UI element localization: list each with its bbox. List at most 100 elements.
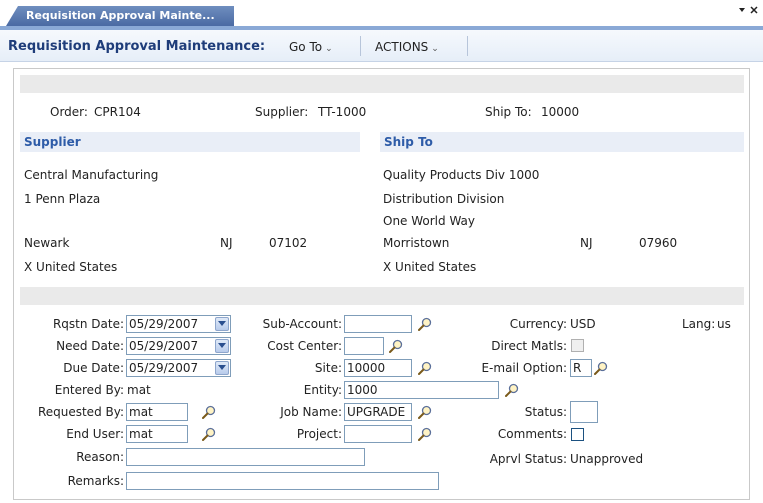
end-user-value: mat bbox=[129, 427, 153, 441]
actions-label: ACTIONS bbox=[375, 40, 429, 54]
supplier-address1: 1 Penn Plaza bbox=[24, 192, 101, 206]
cost-center-lookup-icon[interactable] bbox=[389, 339, 403, 353]
job-name-field[interactable]: UPGRADE bbox=[344, 403, 412, 421]
entered-by-value: mat bbox=[127, 383, 151, 397]
email-option-label: E-mail Option: bbox=[481, 361, 567, 375]
cost-center-label: Cost Center: bbox=[267, 339, 342, 353]
entity-lookup-icon[interactable] bbox=[505, 383, 519, 397]
due-date-value: 05/29/2007 bbox=[129, 361, 199, 375]
lang-value: us bbox=[717, 317, 731, 331]
tab-strip: Requisition Approval Mainte... bbox=[0, 0, 763, 30]
supplier-country: X United States bbox=[24, 260, 118, 274]
direct-matls-checkbox bbox=[571, 339, 584, 352]
rqstn-date-value: 05/29/2007 bbox=[129, 317, 199, 331]
direct-matls-label: Direct Matls: bbox=[491, 339, 567, 353]
chevron-down-icon[interactable] bbox=[215, 361, 229, 375]
chevron-down-icon: ⌄ bbox=[431, 44, 439, 54]
due-date-field[interactable]: 05/29/2007 bbox=[126, 359, 231, 377]
toolbar-divider bbox=[467, 36, 468, 56]
ship-to-zip: 07960 bbox=[639, 236, 678, 250]
ship-to-header-text: Ship To bbox=[384, 135, 433, 149]
site-lookup-icon[interactable] bbox=[418, 361, 432, 375]
status-field[interactable] bbox=[570, 401, 598, 423]
aprvl-status-label: Aprvl Status: bbox=[489, 452, 567, 466]
ship-to-section-header: Ship To bbox=[380, 132, 744, 152]
job-name-value: UPGRADE bbox=[347, 405, 406, 419]
requested-by-field[interactable]: mat bbox=[126, 403, 188, 421]
requested-by-value: mat bbox=[129, 405, 153, 419]
supplier-label: Supplier: bbox=[255, 105, 309, 119]
lang-label: Lang: bbox=[682, 317, 716, 331]
due-date-label: Due Date: bbox=[63, 361, 124, 375]
actions-menu[interactable]: ACTIONS ⌄ bbox=[375, 40, 439, 54]
goto-label: Go To bbox=[289, 40, 323, 54]
supplier-section-header: Supplier bbox=[20, 132, 360, 152]
tab-requisition-approval[interactable]: Requisition Approval Mainte... bbox=[6, 6, 234, 26]
goto-menu[interactable]: Go To ⌄ bbox=[289, 40, 333, 54]
toolbar-divider bbox=[360, 36, 361, 56]
email-option-lookup-icon[interactable] bbox=[594, 361, 608, 375]
status-label: Status: bbox=[524, 405, 567, 419]
end-user-label: End User: bbox=[66, 427, 124, 441]
section-band bbox=[20, 75, 744, 93]
comments-label: Comments: bbox=[497, 427, 567, 441]
sub-account-lookup-icon[interactable] bbox=[418, 317, 432, 331]
supplier-header-text: Supplier bbox=[24, 135, 81, 149]
cost-center-field[interactable] bbox=[344, 337, 384, 355]
tab-menu-icon[interactable] bbox=[737, 5, 759, 18]
currency-value: USD bbox=[570, 317, 596, 331]
chevron-down-icon: ⌄ bbox=[325, 44, 333, 54]
reason-field[interactable] bbox=[126, 448, 365, 466]
toolbar: Requisition Approval Maintenance: Go To ⌄… bbox=[0, 30, 763, 62]
requested-by-label: Requested By: bbox=[37, 405, 124, 419]
need-date-value: 05/29/2007 bbox=[129, 339, 199, 353]
need-date-label: Need Date: bbox=[56, 339, 124, 353]
comments-checkbox[interactable] bbox=[571, 428, 584, 441]
site-value: 10000 bbox=[347, 361, 386, 375]
supplier-value: TT-1000 bbox=[318, 105, 367, 119]
entered-by-label: Entered By: bbox=[54, 383, 124, 397]
project-label: Project: bbox=[296, 427, 342, 441]
ship-to-state: NJ bbox=[580, 236, 593, 250]
ship-to-label: Ship To: bbox=[485, 105, 532, 119]
entity-label: Entity: bbox=[303, 383, 342, 397]
page-title: Requisition Approval Maintenance: bbox=[8, 39, 266, 54]
ship-to-address1: Distribution Division bbox=[383, 192, 505, 206]
project-lookup-icon[interactable] bbox=[418, 427, 432, 441]
ship-to-address2: One World Way bbox=[383, 214, 476, 228]
requested-by-lookup-icon[interactable] bbox=[202, 405, 216, 419]
chevron-down-icon[interactable] bbox=[215, 317, 229, 331]
order-value: CPR104 bbox=[94, 105, 141, 119]
job-name-label: Job Name: bbox=[280, 405, 342, 419]
rqstn-date-label: Rqstn Date: bbox=[52, 317, 124, 331]
sub-account-label: Sub-Account: bbox=[262, 317, 342, 331]
order-label: Order: bbox=[50, 105, 88, 119]
job-name-lookup-icon[interactable] bbox=[418, 405, 432, 419]
need-date-field[interactable]: 05/29/2007 bbox=[126, 337, 231, 355]
supplier-zip: 07102 bbox=[269, 236, 308, 250]
ship-to-country: X United States bbox=[383, 260, 477, 274]
chevron-down-icon[interactable] bbox=[215, 339, 229, 353]
site-label: Site: bbox=[314, 361, 342, 375]
ship-to-value: 10000 bbox=[541, 105, 580, 119]
sub-account-field[interactable] bbox=[344, 315, 412, 333]
remarks-label: Remarks: bbox=[67, 474, 124, 488]
rqstn-date-field[interactable]: 05/29/2007 bbox=[126, 315, 231, 333]
email-option-field[interactable]: R bbox=[570, 359, 592, 377]
remarks-field[interactable] bbox=[126, 472, 439, 490]
entity-value: 1000 bbox=[347, 383, 378, 397]
supplier-state: NJ bbox=[220, 236, 233, 250]
requisition-form: Order: CPR104 Supplier: TT-1000 Ship To:… bbox=[13, 68, 750, 500]
currency-label: Currency: bbox=[509, 317, 567, 331]
supplier-name: Central Manufacturing bbox=[24, 168, 159, 182]
entity-field[interactable]: 1000 bbox=[344, 381, 499, 399]
reason-label: Reason: bbox=[76, 450, 124, 464]
supplier-city: Newark bbox=[24, 236, 70, 250]
section-band bbox=[20, 287, 744, 305]
ship-to-city: Morristown bbox=[383, 236, 450, 250]
end-user-lookup-icon[interactable] bbox=[202, 427, 216, 441]
end-user-field[interactable]: mat bbox=[126, 425, 188, 443]
project-field[interactable] bbox=[344, 425, 412, 443]
site-field[interactable]: 10000 bbox=[344, 359, 412, 377]
aprvl-status-value: Unapproved bbox=[570, 452, 644, 466]
